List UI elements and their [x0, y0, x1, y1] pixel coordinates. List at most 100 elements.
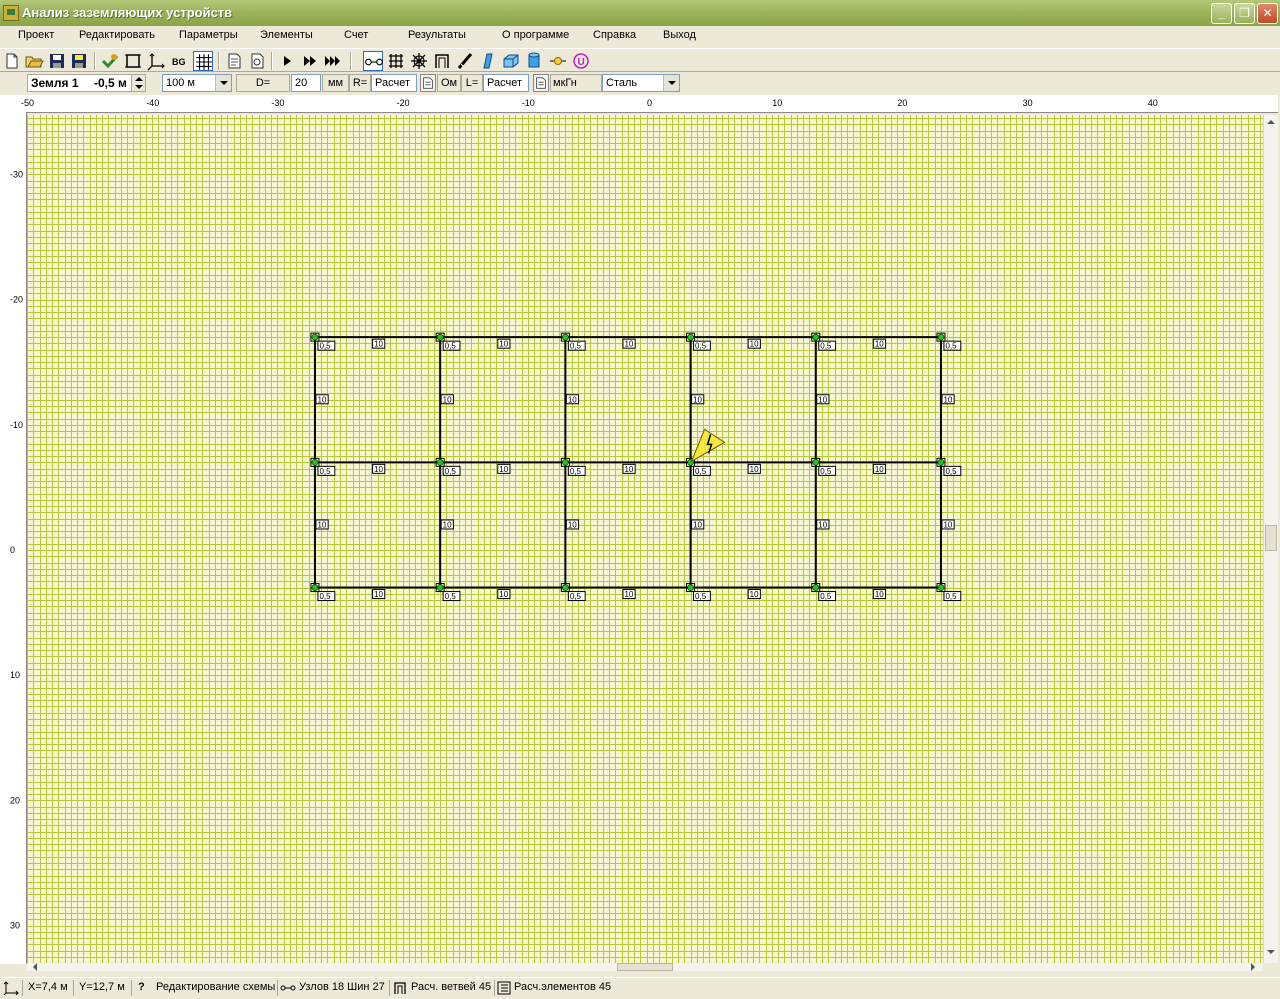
menu-about[interactable]: О программе [500, 28, 571, 42]
svg-text:0,5: 0,5 [820, 342, 832, 351]
axes-icon[interactable] [146, 51, 166, 71]
svg-text:0,5: 0,5 [945, 467, 957, 476]
vertical-scrollbar[interactable] [1263, 115, 1278, 963]
link-bus-icon [280, 981, 296, 995]
scheme-canvas[interactable]: 10 10 10 10 10 10 10 10 10 10 10 10 10 10 10 10 10 10 10 10… [27, 115, 1263, 963]
menu-params[interactable]: Параметры [177, 28, 240, 42]
electrode-icon[interactable] [455, 51, 475, 71]
length-select[interactable]: 100 м [162, 74, 232, 92]
link-bus-icon[interactable] [363, 51, 383, 71]
r-input[interactable]: Расчет [371, 74, 417, 92]
node-label: 0,5 [818, 591, 837, 602]
run-fast-icon[interactable] [300, 51, 320, 71]
segment-label: 10 [497, 589, 511, 600]
scroll-left-icon[interactable] [31, 963, 39, 971]
menu-edit[interactable]: Редактировать [77, 28, 157, 42]
scroll-right-icon[interactable] [1249, 963, 1257, 971]
length-value: 100 м [166, 77, 195, 89]
box-icon[interactable] [501, 51, 521, 71]
frame-icon[interactable] [123, 51, 143, 71]
ruler-top-label: 20 [897, 98, 907, 108]
segment-label: 10 [747, 463, 761, 474]
node-label: 0,5 [317, 465, 336, 476]
mesh-icon[interactable] [386, 51, 406, 71]
status-divider [22, 980, 23, 996]
grounding-grid-scheme[interactable]: 10 10 10 10 10 10 10 10 10 10 10 10 10 10 10 10 10 10 10 10… [27, 115, 1263, 963]
segment-label: 10 [747, 338, 761, 349]
ruler-top: -50 -40 -30 -20 -10 0 10 20 30 40 [0, 95, 1278, 113]
segment-label: 10 [372, 589, 386, 600]
star-icon[interactable] [409, 51, 429, 71]
l-calc-icon[interactable] [533, 74, 549, 92]
menu-exit[interactable]: Выход [661, 28, 698, 42]
segment-label: 10 [691, 519, 705, 530]
horizontal-scrollbar[interactable] [27, 963, 1263, 971]
cylinder-icon[interactable] [524, 51, 544, 71]
plate-icon[interactable] [478, 51, 498, 71]
svg-text:10: 10 [317, 520, 326, 529]
node-label: 0,5 [693, 340, 711, 351]
menu-results[interactable]: Результаты [406, 28, 468, 42]
svg-text:10: 10 [818, 395, 827, 404]
bg-icon[interactable]: BG [169, 51, 189, 71]
page-icon[interactable] [224, 51, 244, 71]
svg-text:10: 10 [750, 590, 759, 599]
svg-text:10: 10 [568, 395, 577, 404]
save-as-icon[interactable] [69, 51, 89, 71]
material-value: Сталь [606, 77, 638, 89]
maximize-button[interactable]: ❐ [1234, 3, 1255, 24]
segment-label: 10 [691, 394, 705, 405]
scroll-down-icon[interactable] [1266, 948, 1275, 958]
node-label: 0,5 [317, 340, 336, 351]
l-input[interactable]: Расчет [483, 74, 529, 92]
node-label: 0,5 [567, 465, 586, 476]
svg-text:BG: BG [172, 57, 186, 67]
parameter-bar: Земля 1 -0,5 м 100 м D= 20 мм R= Расчет … [0, 73, 1280, 94]
cursor-y: Y=12,7 м [79, 981, 125, 993]
svg-text:10: 10 [317, 395, 326, 404]
svg-text:0,5: 0,5 [445, 592, 457, 601]
scroll-up-icon[interactable] [1266, 117, 1275, 127]
minimize-button[interactable]: _ [1211, 3, 1232, 24]
voltage-source-icon[interactable]: U [571, 51, 591, 71]
close-button[interactable]: ✕ [1257, 3, 1278, 24]
run-all-icon[interactable] [323, 51, 343, 71]
svg-text:0,5: 0,5 [445, 342, 457, 351]
horizontal-scroll-thumb[interactable] [617, 963, 673, 971]
material-select[interactable]: Сталь [602, 74, 680, 92]
page-preview-icon[interactable] [247, 51, 267, 71]
menu-calc[interactable]: Счет [342, 28, 370, 42]
segment-label: 10 [315, 394, 329, 405]
segment-label: 10 [816, 519, 830, 530]
layer-depth-field[interactable]: Земля 1 -0,5 м [27, 74, 135, 92]
menu-help[interactable]: Справка [591, 28, 638, 42]
segment-label: 10 [497, 463, 511, 474]
segment-label: 10 [565, 394, 580, 405]
grid-icon[interactable] [193, 51, 213, 71]
axes-icon [3, 981, 19, 996]
node-label: 0,5 [442, 591, 461, 602]
bracket-icon [392, 981, 408, 995]
svg-text:10: 10 [374, 465, 383, 474]
add-node-icon[interactable] [100, 51, 120, 71]
svg-text:0,5: 0,5 [820, 467, 832, 476]
menu-elements[interactable]: Элементы [258, 28, 315, 42]
depth-value: -0,5 м [94, 76, 127, 90]
depth-spinner[interactable] [131, 74, 146, 92]
open-folder-icon[interactable] [24, 51, 44, 71]
bracket-icon[interactable] [432, 51, 452, 71]
ruler-left-label: 10 [10, 670, 20, 680]
save-icon[interactable] [47, 51, 67, 71]
list-icon [497, 981, 511, 995]
l-unit: мкГн [550, 74, 602, 92]
r-calc-icon[interactable] [420, 74, 436, 92]
run-icon[interactable] [277, 51, 297, 71]
d-input[interactable]: 20 [291, 74, 321, 92]
status-bar: X=7,4 м Y=12,7 м ? Редактирование схемы … [0, 977, 1280, 999]
chevron-down-icon [215, 75, 231, 91]
vertical-scroll-thumb[interactable] [1265, 525, 1277, 551]
new-file-icon[interactable] [2, 51, 22, 71]
menu-project[interactable]: Проект [16, 28, 56, 42]
menu-bar: Проект Редактировать Параметры Элементы … [0, 26, 1280, 46]
probe-icon[interactable] [548, 51, 568, 71]
